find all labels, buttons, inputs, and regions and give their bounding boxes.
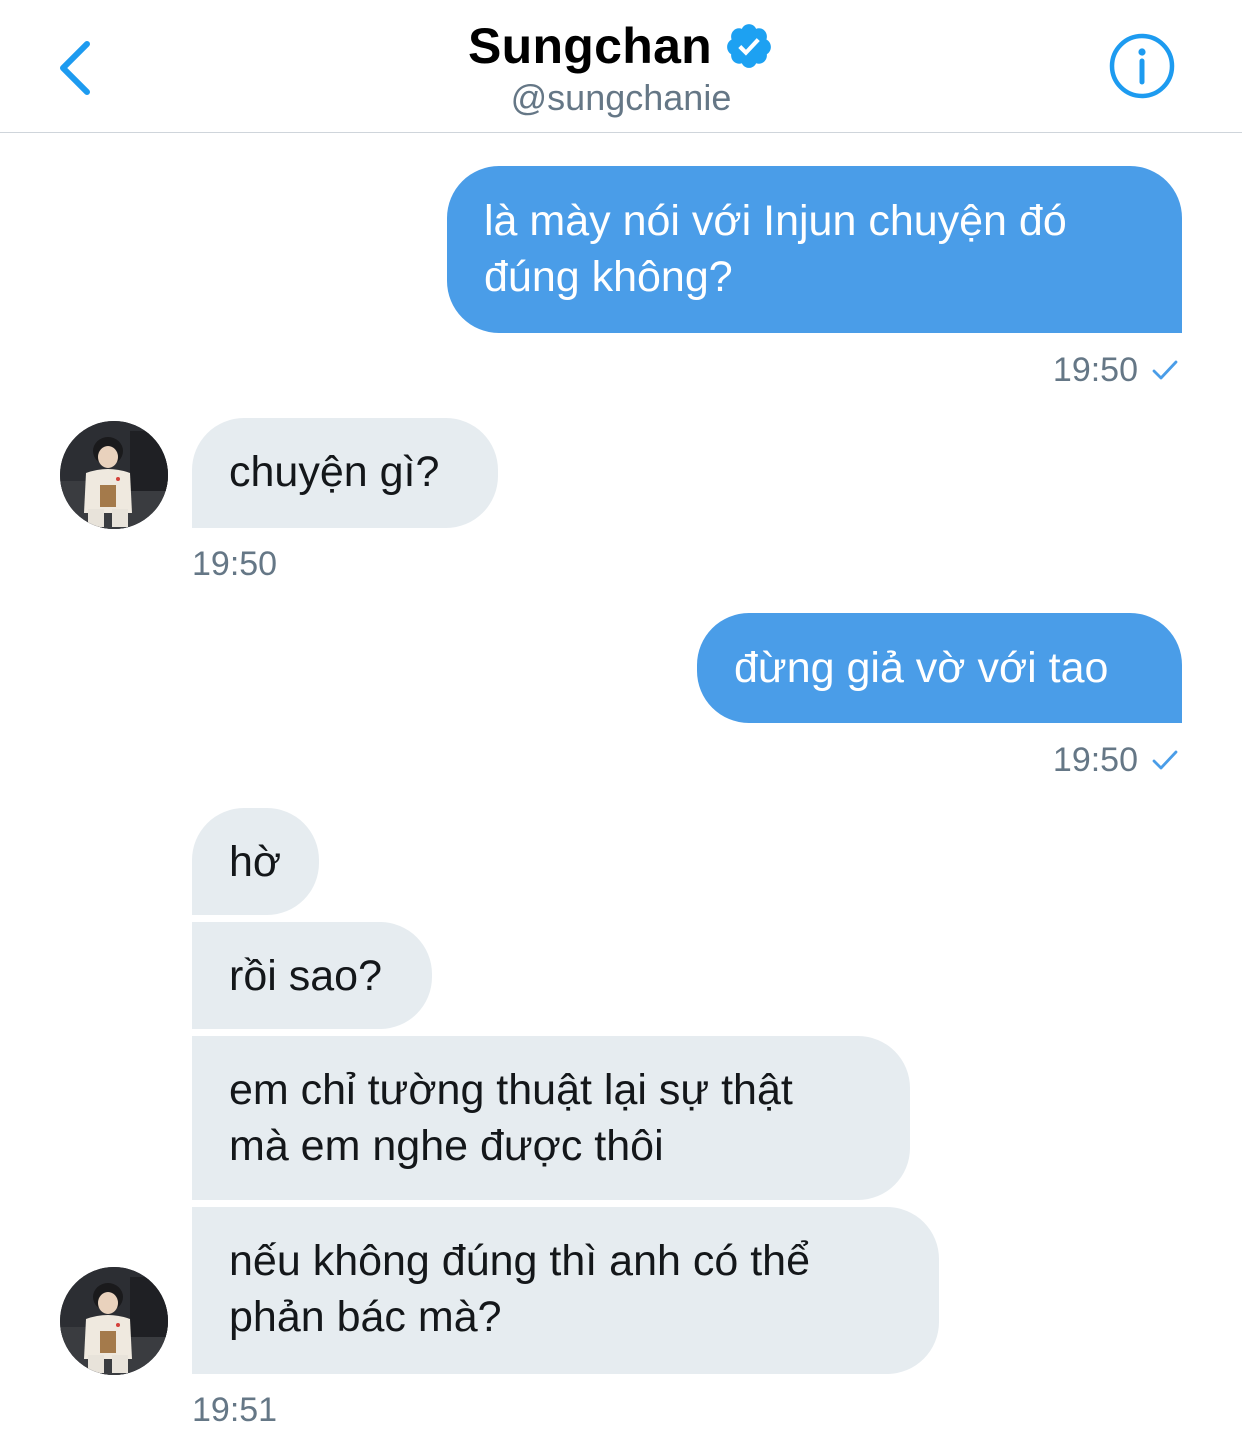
title-row: Sungchan <box>468 14 774 78</box>
message-line: chuyện gì? <box>229 448 440 496</box>
message-timestamp: 19:50 <box>1053 740 1180 780</box>
avatar-image <box>60 1267 168 1375</box>
message-line: mà em nghe được thôi <box>229 1122 664 1170</box>
message-timestamp: 19:50 <box>192 544 277 584</box>
message-line: hờ <box>229 838 282 886</box>
conversation-header: Sungchan @sungchanie <box>0 0 1242 133</box>
contact-handle: @sungchanie <box>510 77 732 118</box>
info-button[interactable] <box>1108 32 1176 100</box>
avatar-image <box>60 421 168 529</box>
timestamp-text: 19:51 <box>192 1391 278 1429</box>
incoming-message[interactable]: hờ <box>192 808 319 915</box>
incoming-message[interactable]: rồi sao? <box>192 922 432 1029</box>
message-timestamp: 19:51 <box>192 1390 277 1430</box>
timestamp-text: 19:50 <box>1052 741 1138 779</box>
info-icon <box>1109 33 1175 99</box>
incoming-message[interactable]: em chỉ tường thuật lại sự thật mà em ngh… <box>192 1036 910 1200</box>
avatar[interactable] <box>60 1267 168 1375</box>
contact-name[interactable]: Sungchan <box>468 14 712 78</box>
message-line: phản bác mà? <box>229 1293 502 1341</box>
timestamp-text: 19:50 <box>192 545 278 583</box>
message-timestamp: 19:50 <box>1053 350 1180 390</box>
message-line: đúng không? <box>484 253 733 301</box>
incoming-message[interactable]: chuyện gì? <box>192 418 498 528</box>
avatar[interactable] <box>60 421 168 529</box>
message-line: là mày nói với Injun chuyện đó <box>484 197 1067 245</box>
checkmark-icon <box>1152 360 1178 380</box>
message-line: nếu không đúng thì anh có thể <box>229 1237 810 1285</box>
header-title-block: Sungchan @sungchanie <box>0 14 1242 118</box>
message-line: rồi sao? <box>229 952 382 1000</box>
outgoing-message[interactable]: đừng giả vờ với tao <box>697 613 1182 723</box>
checkmark-icon <box>1152 750 1178 770</box>
incoming-message[interactable]: nếu không đúng thì anh có thể phản bác m… <box>192 1207 939 1374</box>
message-line: em chỉ tường thuật lại sự thật <box>229 1066 793 1114</box>
timestamp-text: 19:50 <box>1052 351 1138 389</box>
message-line: đừng giả vờ với tao <box>734 644 1109 692</box>
outgoing-message[interactable]: là mày nói với Injun chuyện đó đúng khôn… <box>447 166 1182 333</box>
verified-badge-icon <box>727 24 771 68</box>
